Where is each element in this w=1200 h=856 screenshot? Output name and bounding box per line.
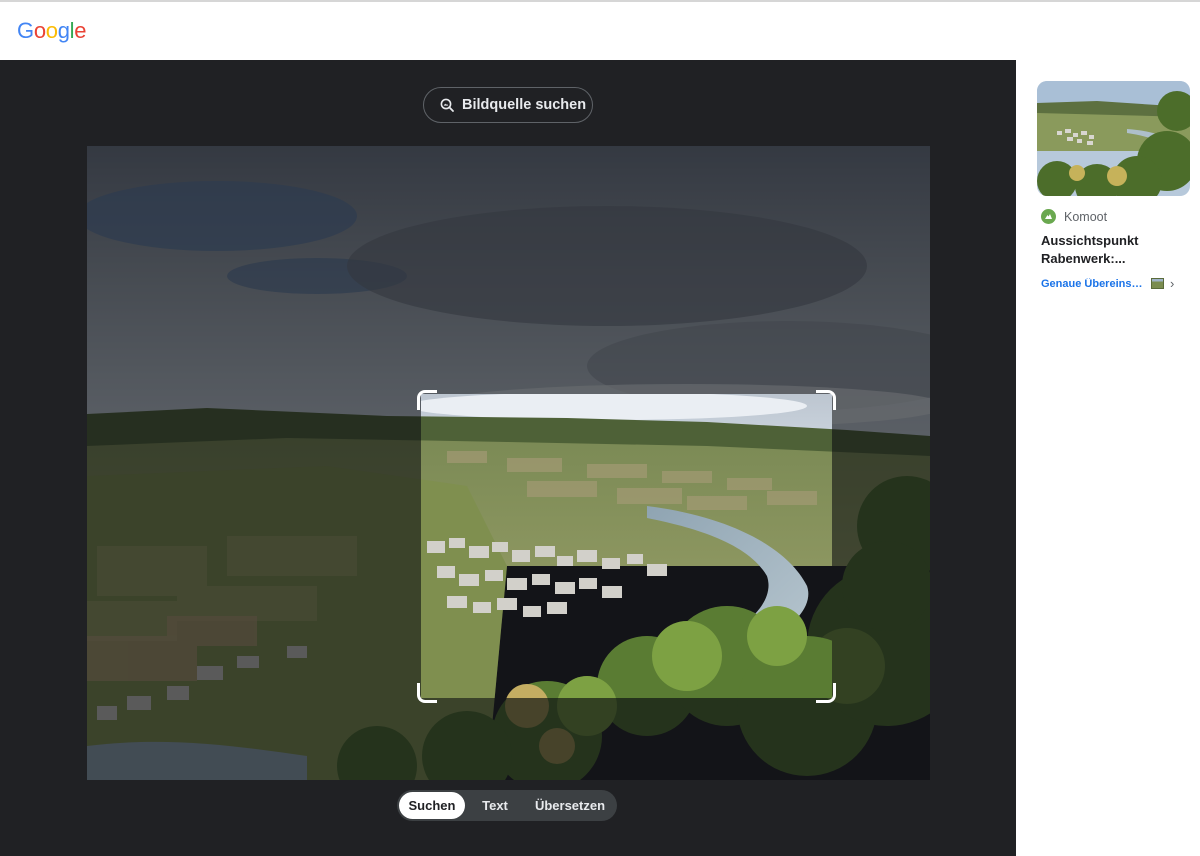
result-source-name: Komoot	[1064, 209, 1108, 224]
exact-match-link[interactable]: Genaue Übereinsti... ›	[1037, 276, 1191, 291]
image-icon	[1151, 278, 1164, 289]
google-logo[interactable]: Google	[17, 18, 86, 44]
logo-letter: e	[74, 18, 87, 43]
crop-handle-top-left[interactable]	[417, 390, 437, 410]
tab-text[interactable]: Text	[465, 792, 525, 819]
result-card[interactable]: Komoot Aussichtspunkt Rabenwerk:... Gena…	[1037, 81, 1191, 291]
crop-handle-top-right[interactable]	[816, 390, 836, 410]
tab-translate[interactable]: Übersetzen	[525, 792, 615, 819]
result-title-line: Rabenwerk:...	[1041, 251, 1126, 266]
result-source-row[interactable]: Komoot	[1037, 209, 1191, 224]
result-title-line: Aussichtspunkt	[1041, 233, 1139, 248]
exact-match-label: Genaue Übereinsti...	[1041, 277, 1145, 290]
tab-search[interactable]: Suchen	[399, 792, 465, 819]
lens-mode-tabs: Suchen Text Übersetzen	[397, 790, 617, 821]
logo-letter: G	[17, 18, 34, 43]
result-title[interactable]: Aussichtspunkt Rabenwerk:...	[1037, 232, 1191, 268]
results-panel: Komoot Aussichtspunkt Rabenwerk:... Gena…	[1016, 60, 1200, 856]
query-image[interactable]	[87, 146, 930, 780]
logo-letter: o	[33, 18, 46, 43]
crop-handle-bottom-left[interactable]	[417, 683, 437, 703]
chevron-right-icon: ›	[1170, 276, 1175, 291]
selection-region[interactable]	[421, 394, 832, 698]
find-image-source-label: Bildquelle suchen	[462, 97, 587, 113]
logo-letter: o	[45, 18, 58, 43]
lens-image-pane: Bildquelle suchen Suchen Text Übersetzen	[0, 60, 1016, 856]
find-image-source-button[interactable]: Bildquelle suchen	[423, 87, 593, 123]
logo-letter: g	[57, 18, 70, 43]
komoot-favicon-icon	[1041, 209, 1056, 224]
result-thumbnail[interactable]	[1037, 81, 1190, 196]
selection-photo	[421, 394, 832, 698]
image-search-icon	[440, 98, 454, 112]
crop-handle-bottom-right[interactable]	[816, 683, 836, 703]
top-bar: Google	[0, 0, 1200, 60]
result-thumbnail-image	[1037, 81, 1190, 196]
